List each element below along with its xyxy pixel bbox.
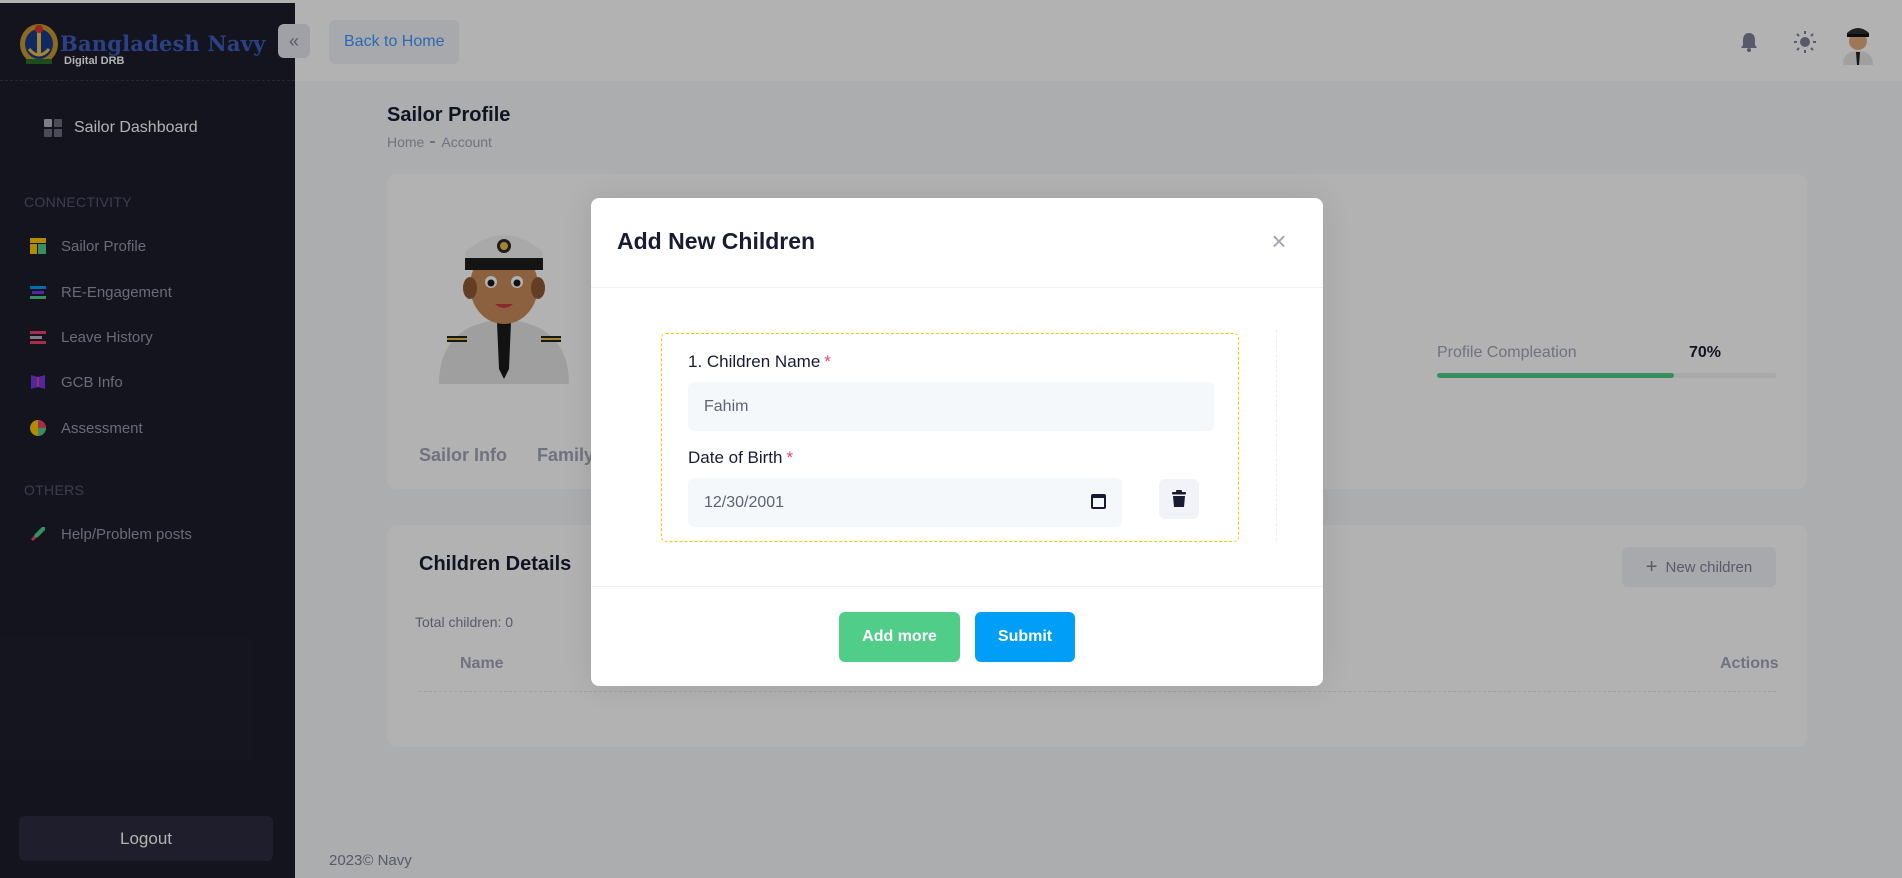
trash-icon	[1172, 490, 1186, 507]
modal-scrollbar[interactable]	[1276, 330, 1279, 541]
add-more-button[interactable]: Add more	[839, 612, 960, 662]
modal-header: Add New Children ×	[591, 198, 1323, 288]
dob-label-text: Date of Birth	[688, 448, 783, 467]
dob-input[interactable]: 12/30/2001	[688, 478, 1122, 527]
children-name-value: Fahim	[704, 397, 749, 415]
delete-child-button[interactable]	[1159, 479, 1199, 519]
modal-footer-divider	[591, 586, 1323, 587]
dob-label: Date of Birth *	[688, 448, 793, 468]
children-name-label-text: 1. Children Name	[688, 352, 821, 371]
close-icon[interactable]: ×	[1267, 228, 1291, 254]
required-mark: *	[786, 448, 794, 467]
calendar-icon[interactable]	[1091, 494, 1106, 509]
add-children-modal: Add New Children × 1. Children Name * Fah…	[591, 198, 1323, 686]
dob-value: 12/30/2001	[704, 493, 785, 511]
children-name-label: 1. Children Name *	[688, 352, 831, 372]
modal-title: Add New Children	[617, 228, 816, 254]
required-mark: *	[824, 352, 831, 371]
child-entry-group: 1. Children Name * Fahim Date of Birth * 1…	[661, 333, 1239, 542]
children-name-input[interactable]: Fahim	[688, 382, 1214, 431]
submit-button[interactable]: Submit	[975, 612, 1075, 662]
